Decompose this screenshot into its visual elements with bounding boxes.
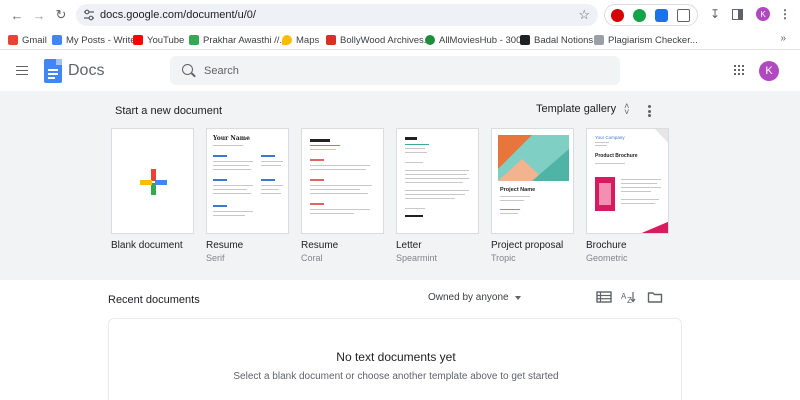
side-panel-icon[interactable] xyxy=(730,7,744,21)
folder-icon[interactable] xyxy=(647,290,663,304)
template-resume-serif[interactable]: Your Name Resume Serif xyxy=(206,128,289,263)
site-info-icon[interactable] xyxy=(82,8,96,22)
shield-extension-icon[interactable] xyxy=(655,9,668,22)
hd-icon xyxy=(326,35,336,45)
template-blank[interactable]: Blank document xyxy=(111,128,194,251)
empty-state-panel: No text documents yet Select a blank doc… xyxy=(108,318,682,400)
brochure-thumbnail: Your Company Product Brochure xyxy=(586,128,669,234)
template-resume-coral[interactable]: Resume Coral xyxy=(301,128,384,263)
bookmark-star-icon[interactable]: ☆ xyxy=(578,7,590,23)
maps-icon xyxy=(282,35,292,45)
template-project-proposal-tropic[interactable]: Project Name Project proposal Tropic xyxy=(491,128,574,263)
grammarly-extension-icon[interactable] xyxy=(633,9,646,22)
template-name: Project proposal xyxy=(491,240,564,251)
owner-filter-dropdown[interactable]: Owned by anyone xyxy=(428,292,521,303)
bookmark-prakhar[interactable]: Prakhar Awasthi //... xyxy=(189,33,287,47)
list-view-icon[interactable] xyxy=(596,290,612,304)
expand-collapse-icon: ˄ ˅ xyxy=(624,101,630,117)
browser-profile-avatar[interactable]: K xyxy=(756,7,770,21)
google-apps-icon[interactable] xyxy=(734,65,744,75)
grid-icon xyxy=(189,35,199,45)
app-title[interactable]: Docs xyxy=(68,62,104,80)
template-gallery-button[interactable]: Template gallery ˄ ˅ xyxy=(536,101,630,117)
docs-header: Docs K xyxy=(0,51,800,91)
template-subtitle: Geometric xyxy=(586,253,628,263)
recent-documents-heading: Recent documents xyxy=(108,294,200,306)
search-icon[interactable] xyxy=(182,64,193,75)
bookmarks-bar: Gmail My Posts - Write YouTube Prakhar A… xyxy=(0,30,800,50)
forward-arrow-icon[interactable]: → xyxy=(30,6,48,24)
bookmark-plagiarism-checker[interactable]: Plagiarism Checker... xyxy=(594,33,698,47)
template-name: Blank document xyxy=(111,240,183,251)
notion-icon xyxy=(520,35,530,45)
thumb-name-text: Your Name xyxy=(213,135,250,142)
address-bar[interactable]: docs.google.com/document/u/0/ ☆ xyxy=(76,4,598,26)
youtube-icon xyxy=(133,35,143,45)
empty-state-title: No text documents yet xyxy=(336,350,456,364)
browser-menu-icon[interactable]: ⋮ xyxy=(778,7,792,21)
template-section: Start a new document Template gallery ˄ ˅… xyxy=(0,91,800,280)
letter-spearmint-thumbnail xyxy=(396,128,479,234)
resume-serif-thumbnail: Your Name xyxy=(206,128,289,234)
template-more-options-icon[interactable] xyxy=(648,105,652,117)
download-icon[interactable]: ↧ xyxy=(708,7,722,21)
docs-logo-icon[interactable] xyxy=(44,59,62,83)
extensions-group xyxy=(604,4,698,26)
opera-extension-icon[interactable] xyxy=(611,9,624,22)
search-input[interactable] xyxy=(204,63,604,78)
bookmark-gmail[interactable]: Gmail xyxy=(8,33,47,47)
bookmark-badal-notions[interactable]: Badal Notions xyxy=(520,33,593,47)
more-bookmarks-icon[interactable]: » xyxy=(780,33,786,44)
template-subtitle: Coral xyxy=(301,253,323,263)
thumb-project-name: Project Name xyxy=(500,187,536,193)
dropdown-caret-icon xyxy=(514,295,521,300)
blank-thumbnail xyxy=(111,128,194,234)
template-name: Resume xyxy=(206,240,244,251)
account-avatar[interactable]: K xyxy=(759,61,779,81)
bookmark-my-posts[interactable]: My Posts - Write xyxy=(52,33,136,47)
project-proposal-thumbnail: Project Name xyxy=(491,128,574,234)
bookmark-bollywood[interactable]: BollyWood Archives... xyxy=(326,33,432,47)
url-text: docs.google.com/document/u/0/ xyxy=(100,9,256,21)
start-new-document-heading: Start a new document xyxy=(115,105,223,117)
template-name: Resume xyxy=(301,240,339,251)
template-subtitle: Tropic xyxy=(491,253,516,263)
template-letter-spearmint[interactable]: Letter Spearmint xyxy=(396,128,479,263)
sort-az-icon[interactable]: A Z xyxy=(621,290,637,304)
puzzle-extensions-icon[interactable] xyxy=(677,9,690,22)
search-bar[interactable] xyxy=(170,56,620,85)
sst-icon xyxy=(594,35,604,45)
bookmark-maps[interactable]: Maps xyxy=(282,33,319,47)
empty-state-subtitle: Select a blank document or choose anothe… xyxy=(233,371,559,382)
reload-icon[interactable]: ↻ xyxy=(52,6,70,24)
browser-toolbar: ← → ↻ docs.google.com/document/u/0/ ☆ ↧ … xyxy=(0,0,800,30)
geometric-artwork-icon xyxy=(595,129,668,233)
resume-coral-thumbnail xyxy=(301,128,384,234)
back-arrow-icon[interactable]: ← xyxy=(8,6,26,24)
template-subtitle: Spearmint xyxy=(396,253,438,263)
gmail-icon xyxy=(8,35,18,45)
main-menu-icon[interactable] xyxy=(16,66,28,75)
bookmark-youtube[interactable]: YouTube xyxy=(133,33,184,47)
post-icon xyxy=(52,35,62,45)
tropic-artwork-icon xyxy=(498,135,569,181)
template-subtitle: Serif xyxy=(206,253,225,263)
plus-icon xyxy=(140,169,167,195)
template-name: Letter xyxy=(396,240,422,251)
bookmark-allmovieshub[interactable]: AllMoviesHub - 300... xyxy=(425,33,529,47)
template-brochure-geometric[interactable]: Your Company Product Brochure Brochure G… xyxy=(586,128,669,263)
template-name: Brochure xyxy=(586,240,627,251)
globe-icon xyxy=(425,35,435,45)
